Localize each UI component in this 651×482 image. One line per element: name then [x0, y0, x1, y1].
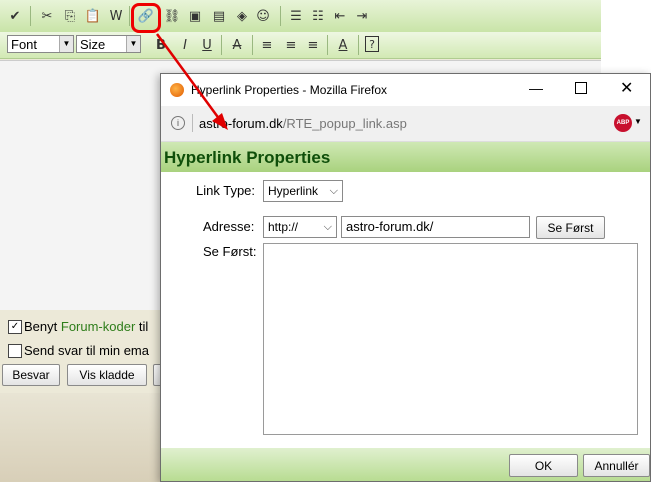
cube-icon[interactable]: ◈	[233, 7, 251, 25]
preview-label: Se Først:	[203, 244, 257, 259]
link-type-select[interactable]: Hyperlink ⌵	[263, 180, 343, 202]
popup-footer: OK Annullér	[161, 448, 650, 481]
align-right-icon[interactable]: ≡	[304, 36, 322, 54]
popup-content: Link Type: Hyperlink ⌵ Adresse: http:// …	[161, 172, 650, 448]
chevron-down-icon: ▼	[59, 36, 73, 52]
url-bar: i astro-forum.dk/RTE_popup_link.asp ABP …	[161, 106, 650, 142]
protocol-select[interactable]: http:// ⌵	[263, 216, 337, 238]
link-type-value: Hyperlink	[268, 184, 319, 198]
maximize-icon[interactable]	[575, 82, 587, 94]
chevron-down-icon: ⌵	[323, 221, 332, 233]
protocol-value: http://	[268, 220, 299, 234]
size-select[interactable]: Size ▼	[76, 35, 141, 53]
popup-heading: Hyperlink Properties	[164, 148, 331, 167]
popup-header: Hyperlink Properties	[161, 142, 650, 172]
cancel-button[interactable]: Annullér	[583, 454, 650, 477]
chevron-down-icon: ▼	[126, 36, 140, 52]
forum-codes-label-suffix: til	[138, 319, 149, 334]
bold-icon[interactable]: B	[152, 36, 170, 54]
hyperlink-popup-window: Hyperlink Properties - Mozilla Firefox —…	[160, 73, 651, 482]
forum-codes-link[interactable]: Forum-koder	[61, 319, 135, 334]
toolbar-row-1: ✔ ✂ ⎘ 📋 W 🔗 ⛓ ▣ ▤ ◈ ☺ ☰ ☷ ⇤ ⇥	[0, 0, 601, 33]
outdent-icon[interactable]: ⇤	[331, 7, 349, 25]
toolbar-separator	[221, 35, 222, 55]
toolbar-row-2: Font ▼ Size ▼ B I U A ≡ ≡ ≡ A ?	[0, 32, 601, 59]
window-title: Hyperlink Properties - Mozilla Firefox	[191, 83, 388, 97]
url-separator	[192, 114, 193, 132]
close-icon[interactable]: ✕	[620, 78, 633, 98]
italic-icon[interactable]: I	[176, 36, 194, 54]
align-center-icon[interactable]: ≡	[282, 36, 300, 54]
bullet-list-icon[interactable]: ☷	[309, 7, 327, 25]
paste-word-icon[interactable]: W	[107, 7, 125, 25]
toolbar-separator	[358, 35, 359, 55]
paste-icon[interactable]: 📋	[84, 7, 102, 25]
popup-titlebar: Hyperlink Properties - Mozilla Firefox —…	[161, 74, 650, 106]
preview-button[interactable]: Se Først	[536, 216, 605, 239]
firefox-icon	[170, 83, 184, 97]
preview-frame	[263, 243, 638, 435]
forum-codes-checkbox[interactable]: ✓	[8, 320, 22, 334]
underline-icon[interactable]: U	[198, 36, 216, 54]
editor-footer	[0, 393, 160, 482]
help-icon[interactable]: ?	[365, 36, 379, 52]
text-color-icon[interactable]: A	[334, 36, 352, 54]
email-reply-label: Send svar til min ema	[24, 343, 149, 358]
url-path: /RTE_popup_link.asp	[282, 116, 407, 131]
info-icon[interactable]: i	[171, 116, 185, 130]
size-select-value: Size	[80, 37, 106, 52]
ok-button[interactable]: OK	[509, 454, 578, 477]
copy-icon[interactable]: ⎘	[61, 7, 79, 25]
toolbar-separator	[280, 6, 281, 26]
post-options: ✓ Benyt Forum-koder til Send svar til mi…	[0, 310, 173, 395]
image-icon[interactable]: ▣	[186, 7, 204, 25]
adblock-menu-icon[interactable]: ▼	[634, 117, 642, 126]
font-select[interactable]: Font ▼	[7, 35, 74, 53]
toolbar-separator	[30, 6, 31, 26]
address-label: Adresse:	[203, 219, 255, 234]
spellcheck-icon[interactable]: ✔	[6, 7, 24, 25]
toolbar-separator	[129, 6, 130, 26]
forum-codes-label: Benyt Forum-koder til	[24, 319, 148, 334]
email-reply-checkbox[interactable]	[8, 344, 22, 358]
forum-codes-label-prefix: Benyt	[24, 319, 58, 334]
url-domain: astro-forum.dk	[199, 116, 283, 131]
adblock-icon[interactable]: ABP	[614, 114, 632, 132]
url-text[interactable]: astro-forum.dk/RTE_popup_link.asp	[199, 116, 407, 131]
numbered-list-icon[interactable]: ☰	[287, 7, 305, 25]
indent-icon[interactable]: ⇥	[353, 7, 371, 25]
preview-draft-button[interactable]: Vis kladde	[67, 364, 147, 386]
toolbar-separator	[327, 35, 328, 55]
link-type-label: Link Type:	[196, 183, 256, 198]
cut-icon[interactable]: ✂	[38, 7, 56, 25]
address-input[interactable]: astro-forum.dk/	[341, 216, 530, 238]
strikethrough-icon[interactable]: A	[228, 36, 246, 54]
reply-button[interactable]: Besvar	[2, 364, 60, 386]
unlink-icon[interactable]: ⛓	[163, 7, 181, 25]
chevron-down-icon: ⌵	[329, 185, 338, 197]
smiley-icon[interactable]: ☺	[254, 7, 272, 25]
font-select-value: Font	[11, 37, 38, 52]
hyperlink-icon-highlight	[131, 3, 161, 33]
align-left-icon[interactable]: ≡	[258, 36, 276, 54]
media-icon[interactable]: ▤	[210, 7, 228, 25]
minimize-icon[interactable]: —	[529, 80, 543, 96]
toolbar-separator	[252, 35, 253, 55]
